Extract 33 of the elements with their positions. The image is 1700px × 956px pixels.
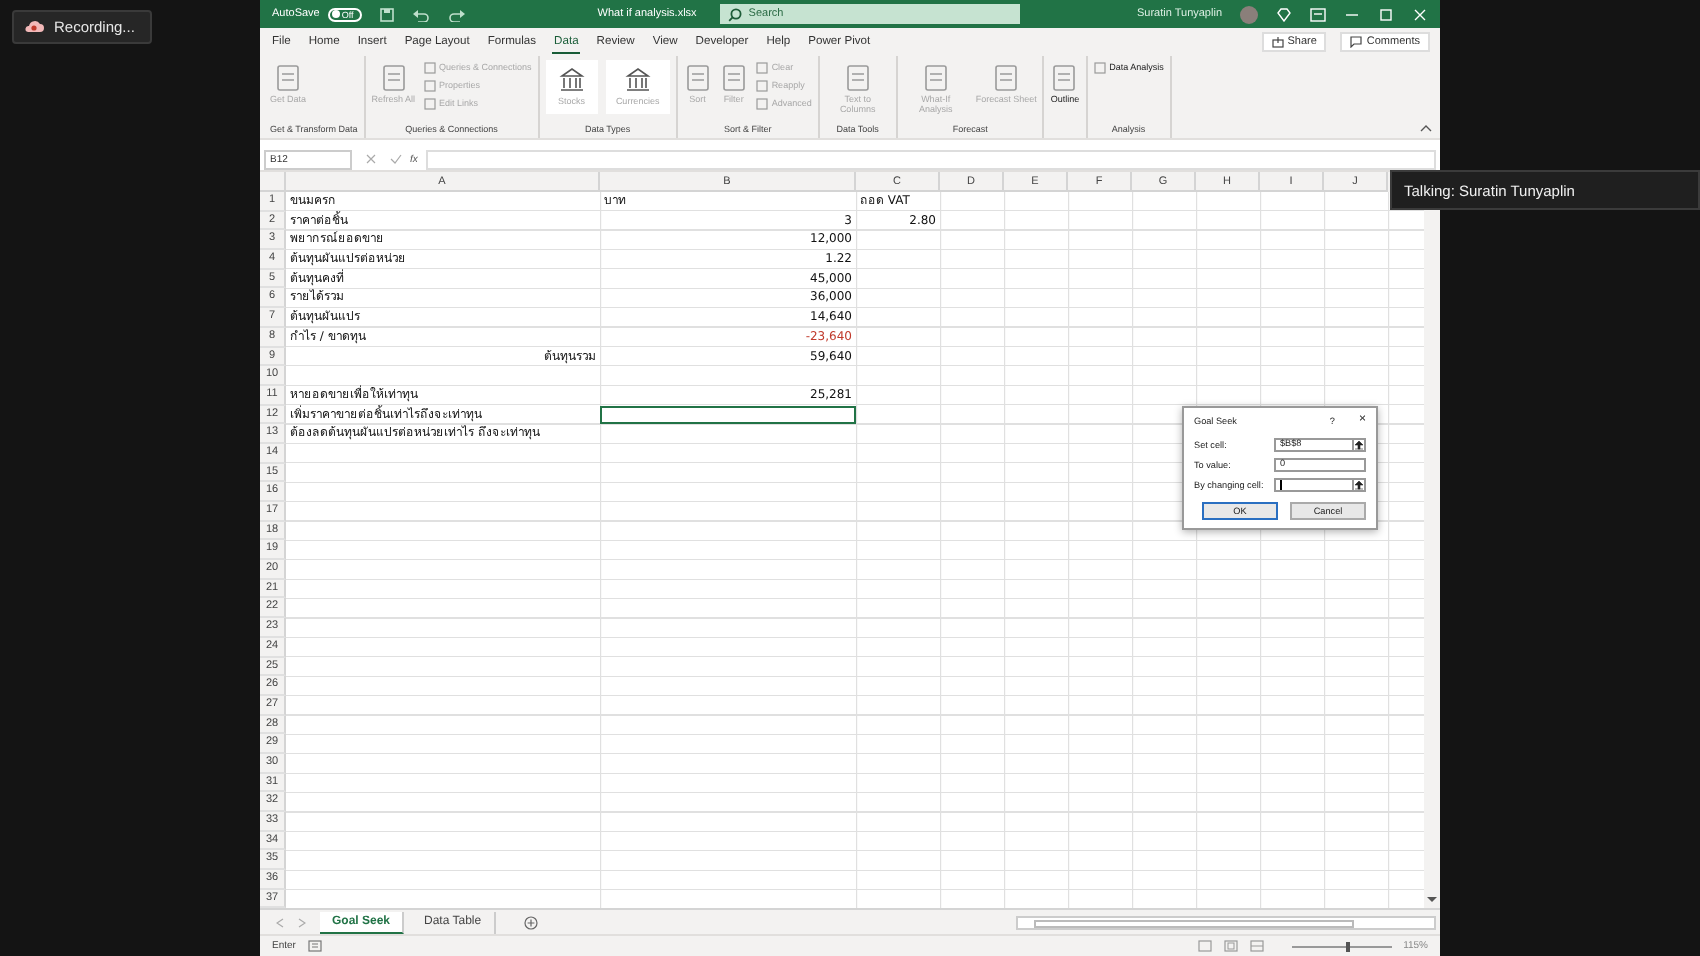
upload-arrow-icon bbox=[1354, 440, 1364, 450]
save-icon bbox=[379, 7, 394, 21]
scroll-left-icon bbox=[276, 917, 284, 927]
close-icon bbox=[1412, 7, 1428, 21]
upload-arrow-icon bbox=[1354, 480, 1364, 490]
avatar-icon bbox=[1240, 5, 1258, 23]
range-picker-button[interactable] bbox=[1352, 438, 1366, 452]
cancel-icon bbox=[366, 154, 376, 164]
diamond-icon bbox=[1276, 7, 1292, 21]
horizontal-scrollbar[interactable] bbox=[1016, 915, 1436, 929]
cloud-icon bbox=[24, 18, 44, 34]
share-icon bbox=[1271, 36, 1284, 48]
ribbon-display-icon bbox=[1310, 7, 1326, 21]
building-icon bbox=[557, 66, 586, 94]
range-picker-button[interactable] bbox=[1352, 478, 1366, 492]
check-icon bbox=[390, 154, 402, 164]
undo-icon bbox=[411, 7, 430, 21]
macro-icon bbox=[307, 940, 322, 952]
normal-view-icon bbox=[1197, 940, 1212, 952]
caret-icon bbox=[1426, 896, 1438, 904]
scroll-right-icon bbox=[298, 917, 306, 927]
building-icon bbox=[623, 66, 652, 94]
page-layout-icon bbox=[1223, 940, 1238, 952]
collapse-caret-icon bbox=[1420, 124, 1432, 132]
search-icon bbox=[728, 7, 743, 21]
page-break-icon bbox=[1249, 940, 1264, 952]
selected-cell[interactable] bbox=[600, 405, 856, 425]
input-field[interactable] bbox=[1274, 478, 1352, 492]
comment-icon bbox=[1350, 36, 1363, 48]
formula-input[interactable] bbox=[425, 149, 1436, 169]
add-sheet-icon bbox=[523, 915, 538, 929]
maximize-icon bbox=[1378, 7, 1394, 21]
redo-icon bbox=[447, 7, 466, 21]
